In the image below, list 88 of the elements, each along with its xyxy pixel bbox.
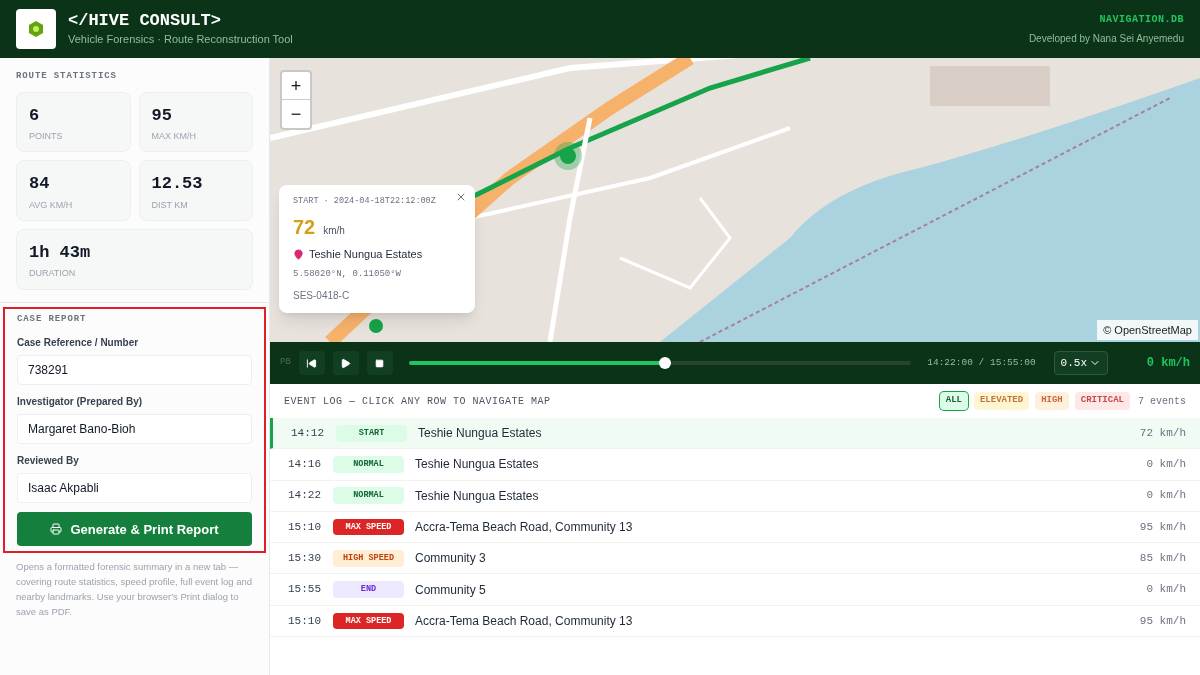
event-count: 7 events [1138, 394, 1186, 409]
event-speed: 85 km/h [1139, 551, 1186, 567]
stat-label: MAX KM/H [151, 129, 197, 143]
event-tag: NORMAL [333, 487, 404, 505]
stop-icon [375, 358, 385, 368]
map-attribution[interactable]: © OpenStreetMap [1097, 319, 1198, 340]
event-place: Community 5 [415, 581, 486, 599]
input-field[interactable]: Isaac Akpabli [17, 473, 252, 504]
report-note: Opens a formatted forensic summary in a new tab — covering route statistics, speed profile, full event log and nearby landmarks. Use your browser's Print dialog to save as PDF. [15, 560, 254, 620]
event-time: 14:12 [291, 425, 325, 441]
event-tag: END [333, 581, 404, 598]
event-speed: 72 km/h [1139, 425, 1186, 441]
stat-value: 12.53 [151, 173, 204, 195]
app-title: </HIVE CONSULT> [68, 10, 223, 32]
stat-value: 95 [151, 104, 173, 126]
stat-label: DIST KM [151, 198, 189, 212]
stat-label: AVG KM/H [29, 198, 74, 212]
event-speed: 0 km/h [1146, 582, 1186, 598]
popup-speed: 72 [293, 214, 316, 240]
event-tag: NORMAL [333, 456, 404, 473]
popup-header: START · 2024-04-18T22:12:00Z [293, 195, 437, 208]
map-pin-icon [293, 248, 304, 260]
event-row[interactable]: 15:10 MAX SPEED Accra-Tema Beach Road, Community 13 95 km/h [270, 511, 1200, 544]
logo-icon [16, 9, 56, 49]
event-place: Teshie Nungua Estates [418, 425, 542, 443]
section-title: ROUTE STATISTICS [16, 70, 118, 83]
event-row[interactable]: 14:16 NORMAL Teshie Nungua Estates 0 km/h [270, 449, 1200, 481]
input-field[interactable]: Margaret Bano-Bioh [17, 414, 252, 445]
stat-value: 1h 43m [29, 242, 92, 264]
event-speed: 0 km/h [1146, 457, 1186, 473]
stop-button[interactable] [366, 351, 393, 375]
popup-place: Teshie Nungua Estates [309, 246, 423, 262]
event-row[interactable]: 15:30 HIGH SPEED Community 3 85 km/h [270, 543, 1200, 575]
event-row[interactable]: 15:10 MAX SPEED Accra-Tema Beach Road, Community 13 95 km/h [270, 605, 1200, 638]
close-icon[interactable] [455, 191, 467, 203]
event-speed: 0 km/h [1146, 488, 1186, 504]
popup-code: SES-0418-C [293, 288, 351, 303]
stat-label: POINTS [29, 129, 64, 143]
zoom-in-button[interactable]: + [282, 72, 310, 100]
field-label: Reviewed By [17, 454, 80, 469]
zoom-out-button[interactable]: − [282, 100, 310, 128]
developer-credit: Developed by Nana Sei Anyemedu [1028, 32, 1184, 46]
database-label: NAVIGATION.DB [1099, 13, 1184, 27]
event-speed: 95 km/h [1139, 613, 1186, 629]
event-place: Teshie Nungua Estates [415, 487, 539, 505]
event-tag: HIGH SPEED [333, 549, 404, 567]
playback-time: 14:22:00 / 15:55:00 [927, 355, 1036, 370]
speed-rate-select[interactable]: 0.5x [1053, 351, 1108, 375]
event-row[interactable]: 15:55 END Community 5 0 km/h [270, 574, 1200, 606]
skip-back-icon [306, 357, 318, 369]
event-speed: 95 km/h [1139, 519, 1186, 535]
play-button[interactable] [332, 351, 359, 375]
popup-coordinates: 5.58020°N, 0.11050°W [293, 268, 403, 282]
event-row[interactable]: 14:12 START Teshie Nungua Estates 72 km/h [270, 418, 1200, 450]
event-tag: MAX SPEED [333, 518, 404, 536]
printer-icon [50, 523, 63, 536]
input-field[interactable]: 738291 [17, 355, 252, 386]
generate-report-button[interactable]: Generate & Print Report [17, 512, 252, 547]
rewind-button[interactable] [298, 351, 325, 375]
event-tag: START [336, 424, 407, 442]
app-subtitle: Vehicle Forensics · Route Reconstruction Tool [68, 32, 293, 48]
event-row[interactable]: 14:22 NORMAL Teshie Nungua Estates 0 km/h [270, 480, 1200, 512]
field-label: Investigator (Prepared By) [17, 395, 144, 410]
event-place: Accra-Tema Beach Road, Community 13 [415, 612, 633, 630]
playback-thumb[interactable] [659, 357, 672, 369]
event-log-title: EVENT LOG — CLICK ANY ROW TO NAVIGATE MAP [284, 394, 551, 409]
stat-label: DURATION [29, 267, 77, 281]
filter-chip[interactable]: CRITICAL [1074, 392, 1130, 410]
event-time: 14:16 [288, 457, 322, 473]
map-view[interactable]: + − START · 2024-04-18T22:12:00Z 72 km/h Teshie Nungua Estates 5.58020°N, 0.11050°W SES-0418-C © OpenStreetMap [270, 58, 1200, 342]
event-place: Accra-Tema Beach Road, Community 13 [415, 519, 633, 537]
current-speed: 0 km/h [1145, 355, 1190, 372]
section-title: CASE REPORT [17, 312, 88, 326]
filter-chip[interactable]: ALL [939, 392, 968, 410]
field-label: Case Reference / Number [17, 336, 140, 351]
stat-value: 84 [29, 173, 51, 195]
event-time: 14:22 [288, 488, 322, 504]
event-place: Teshie Nungua Estates [415, 456, 539, 474]
event-time: 15:10 [288, 613, 322, 629]
speed-unit: km/h [323, 223, 345, 238]
event-place: Community 3 [415, 550, 486, 568]
event-tag: MAX SPEED [333, 612, 404, 630]
play-icon [340, 357, 352, 369]
stat-value: 6 [29, 104, 41, 126]
event-time: 15:55 [288, 582, 322, 598]
event-time: 15:10 [288, 519, 322, 535]
playback-label: PB [280, 356, 291, 370]
event-time: 15:30 [288, 551, 322, 567]
